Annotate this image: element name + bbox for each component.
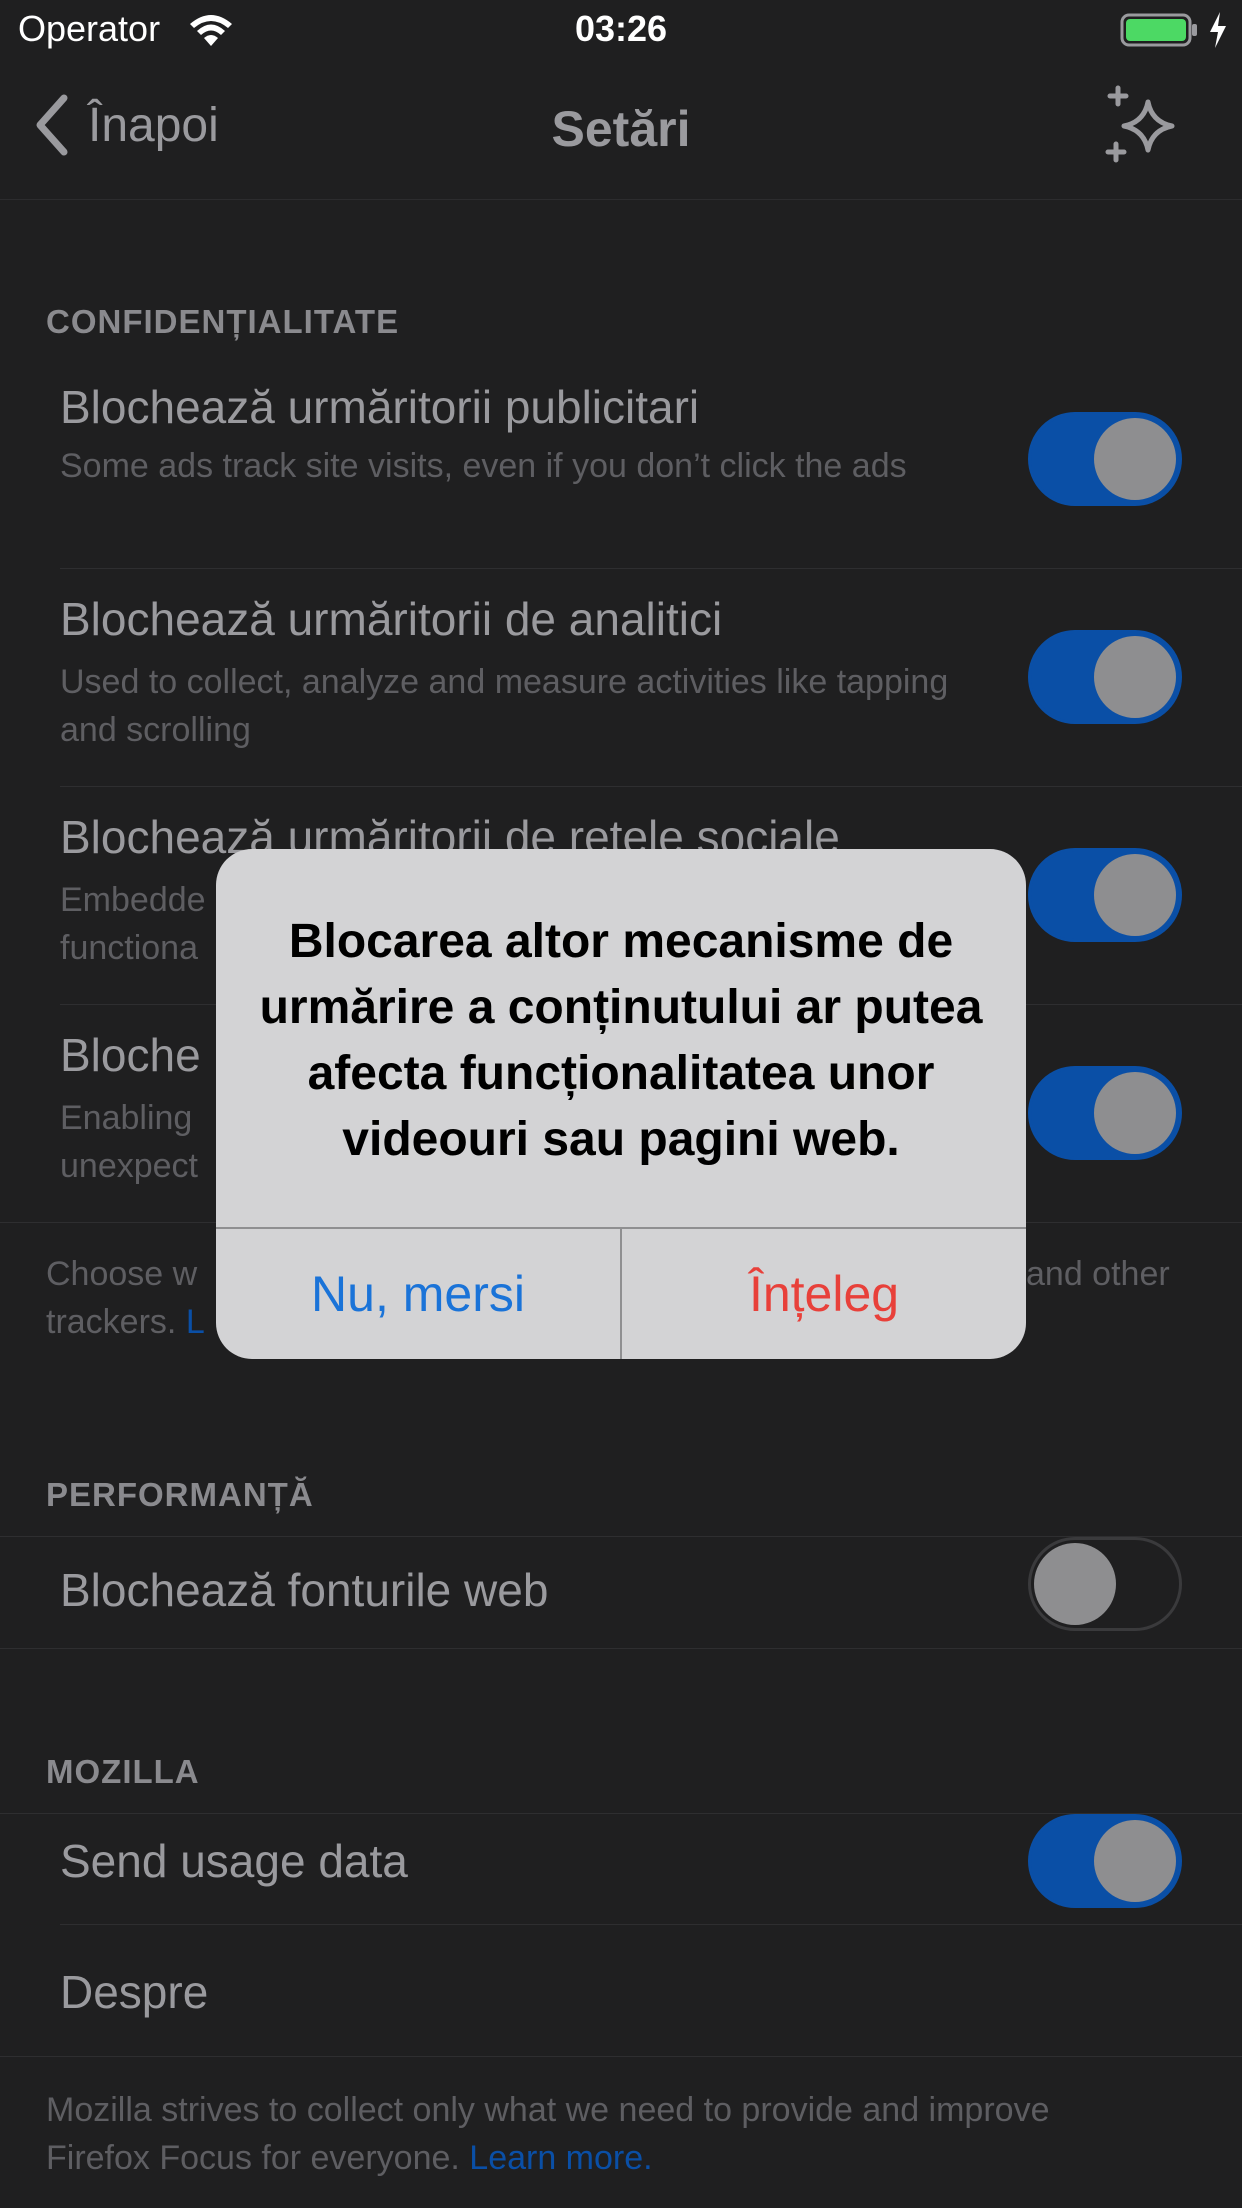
section-header-privacy: CONFIDENȚIALITATE	[46, 303, 400, 340]
page-title: Setări	[551, 101, 691, 157]
setting-row-web-fonts: Blochează fonturile web	[0, 1537, 1242, 1647]
setting-title: Blochează urmăritorii de analitici	[60, 593, 723, 645]
alert-dialog: Blocarea altor mecanisme de urmărire a c…	[216, 849, 1026, 1359]
row-divider	[60, 786, 1242, 787]
toggle-knob	[1034, 1543, 1116, 1625]
web-fonts-toggle[interactable]	[1028, 1537, 1182, 1631]
about-row[interactable]: Despre	[0, 1925, 1242, 2055]
privacy-footer-right: and other	[1026, 1255, 1170, 1293]
privacy-footer-text: trackers.	[46, 1303, 177, 1341]
setting-row-usage-data: Send usage data	[0, 1814, 1242, 1924]
section-header-mozilla: MOZILLA	[46, 1753, 200, 1790]
setting-row-ad-trackers: Blochează urmăritorii publicitari Some a…	[0, 360, 1242, 568]
analytics-trackers-toggle[interactable]	[1028, 630, 1182, 724]
mozilla-footer-text: Firefox Focus for everyone.	[46, 2139, 460, 2177]
setting-subtitle: Some ads track site visits, even if you …	[60, 447, 907, 485]
no-thanks-button[interactable]: Nu, mersi	[216, 1229, 620, 1359]
settings-screen: Operator 03:26 Înapoi Setări CONFIDENȚIA…	[0, 0, 1242, 2208]
navigation-bar: Înapoi Setări	[0, 60, 1242, 200]
other-trackers-toggle[interactable]	[1028, 1066, 1182, 1160]
about-label: Despre	[60, 1966, 209, 2018]
setting-subtitle: Used to collect, analyze and measure act…	[60, 663, 949, 749]
sparkle-icon[interactable]	[1104, 84, 1184, 164]
learn-more-link[interactable]: Learn more.	[469, 2139, 652, 2177]
understand-button[interactable]: Înțeleg	[622, 1229, 1026, 1359]
row-divider	[60, 568, 1242, 569]
setting-title: Blochează urmăritorii publicitari	[60, 381, 700, 433]
toggle-knob	[1094, 636, 1176, 718]
section-divider	[0, 2056, 1242, 2057]
usage-data-toggle[interactable]	[1028, 1814, 1182, 1908]
mozilla-footer-line1: Mozilla strives to collect only what we …	[46, 2091, 1050, 2129]
battery-icon	[1120, 13, 1197, 47]
setting-title: Blochează fonturile web	[60, 1564, 549, 1616]
setting-row-analytics-trackers: Blochează urmăritorii de analitici Used …	[0, 578, 1242, 786]
social-trackers-toggle[interactable]	[1028, 848, 1182, 942]
status-bar: Operator 03:26	[0, 0, 1242, 60]
toggle-knob	[1094, 854, 1176, 936]
charging-icon	[1210, 12, 1226, 48]
setting-title: Bloche	[60, 1029, 201, 1081]
ad-trackers-toggle[interactable]	[1028, 412, 1182, 506]
toggle-knob	[1094, 1820, 1176, 1902]
privacy-learn-more-link[interactable]: L	[186, 1303, 205, 1341]
toggle-knob	[1094, 418, 1176, 500]
mozilla-footer-line2: Firefox Focus for everyone. Learn more.	[46, 2134, 1196, 2182]
alert-message: Blocarea altor mecanisme de urmărire a c…	[259, 915, 983, 1166]
section-divider	[0, 1648, 1242, 1649]
toggle-knob	[1094, 1072, 1176, 1154]
clock: 03:26	[574, 8, 668, 49]
section-header-performance: PERFORMANȚĂ	[46, 1476, 314, 1513]
setting-title: Send usage data	[60, 1835, 408, 1887]
